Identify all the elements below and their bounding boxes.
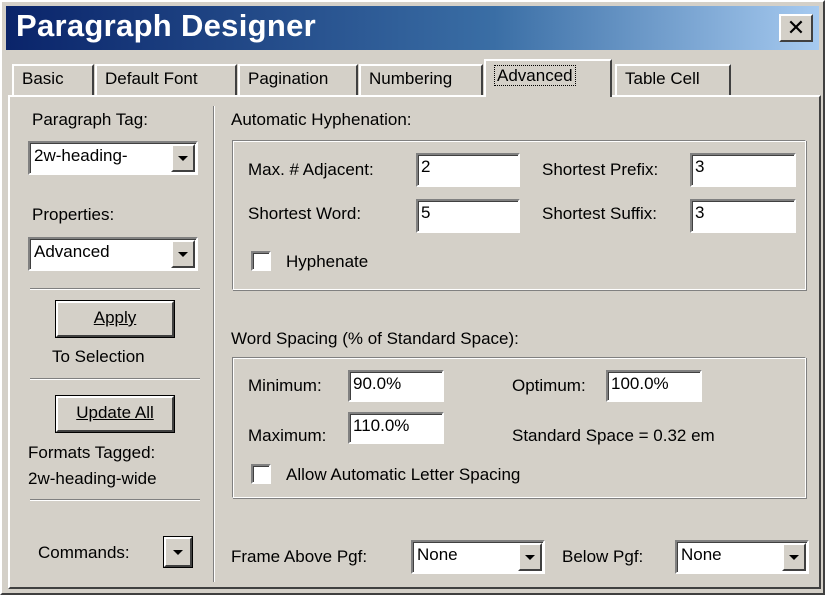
tab-table-cell[interactable]: Table Cell xyxy=(615,64,731,96)
paragraph-designer-window: Paragraph Designer ✕ Basic Default Font … xyxy=(0,0,825,595)
close-button[interactable]: ✕ xyxy=(779,14,813,42)
tab-label: Default Font xyxy=(105,69,198,88)
tab-numbering[interactable]: Numbering xyxy=(359,64,483,96)
tab-label: Basic xyxy=(22,69,64,88)
tab-pagination[interactable]: Pagination xyxy=(238,64,358,96)
tab-label: Numbering xyxy=(369,69,453,88)
tab-label: Table Cell xyxy=(625,69,700,88)
tab-advanced[interactable]: Advanced xyxy=(484,59,612,97)
title-bar[interactable]: Paragraph Designer ✕ xyxy=(6,6,819,50)
tab-label: Pagination xyxy=(248,69,329,88)
tab-label: Advanced xyxy=(494,65,576,86)
tab-panel-advanced xyxy=(8,95,821,589)
tab-default-font[interactable]: Default Font xyxy=(95,64,237,96)
close-icon: ✕ xyxy=(786,15,806,40)
window-title: Paragraph Designer xyxy=(16,8,317,43)
tab-basic[interactable]: Basic xyxy=(12,64,94,96)
